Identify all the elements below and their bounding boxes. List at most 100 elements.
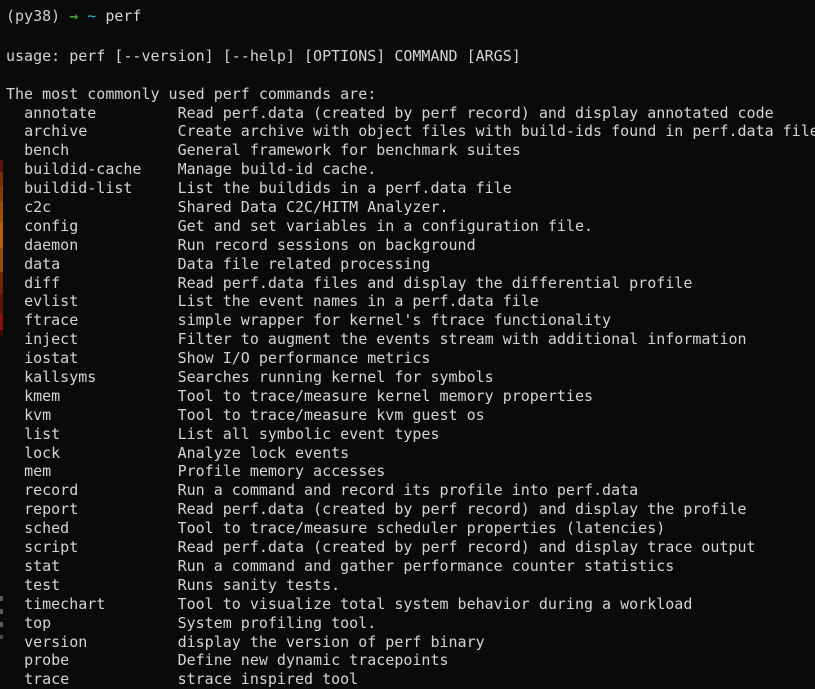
command-name: config — [24, 216, 79, 235]
command-row: sched Tool to trace/measure scheduler pr… — [0, 519, 815, 538]
command-gap — [78, 538, 177, 556]
command-gap — [141, 160, 177, 178]
command-description: Run record sessions on background — [177, 235, 476, 254]
command-row: test Runs sanity tests. — [0, 576, 815, 595]
command-indent — [6, 292, 24, 310]
scrollbar-mark — [0, 248, 3, 272]
scrollbar-mark — [0, 272, 3, 294]
command-name: ftrace — [24, 311, 79, 330]
command-gap — [60, 557, 177, 575]
command-name: iostat — [24, 349, 79, 368]
command-gap — [60, 387, 177, 405]
command-name: trace — [24, 670, 70, 689]
prompt-path: ~ — [87, 7, 97, 25]
command-name: version — [24, 632, 88, 651]
command-gap — [78, 311, 177, 329]
command-description: General framework for benchmark suites — [177, 141, 521, 160]
command-description: display the version of perf binary — [177, 632, 485, 651]
command-gap — [60, 425, 177, 443]
command-row: diff Read perf.data files and display th… — [0, 274, 815, 293]
prompt-command-text[interactable]: perf — [105, 7, 141, 25]
command-indent — [6, 198, 24, 216]
command-name: list — [24, 424, 61, 443]
command-gap — [96, 368, 177, 386]
command-row: top System profiling tool. — [0, 614, 815, 633]
prompt-arrow-icon: → — [69, 7, 79, 25]
command-indent — [6, 670, 24, 688]
scrollbar-mark — [0, 294, 3, 314]
command-description: Tool to trace/measure kernel memory prop… — [177, 386, 594, 405]
command-row: kvm Tool to trace/measure kvm guest os — [0, 406, 815, 425]
section-header: The most commonly used perf commands are… — [6, 84, 377, 103]
scrollbar-marker-strip[interactable] — [0, 0, 3, 689]
command-indent — [6, 160, 24, 178]
command-description: Filter to augment the events stream with… — [177, 330, 747, 349]
command-list: annotate Read perf.data (created by perf… — [0, 104, 815, 689]
prompt-space-2 — [78, 7, 87, 25]
scrollbar-mark — [0, 330, 3, 336]
command-row: buildid-cache Manage build-id cache. — [0, 160, 815, 179]
command-row: daemon Run record sessions on background — [0, 236, 815, 255]
command-gap — [78, 500, 177, 518]
command-indent — [6, 651, 24, 669]
command-description: Analyze lock events — [177, 443, 350, 462]
command-description: List the buildids in a perf.data file — [177, 179, 512, 198]
command-row: lock Analyze lock events — [0, 444, 815, 463]
command-name: top — [24, 613, 52, 632]
command-description: System profiling tool. — [177, 613, 377, 632]
command-name: bench — [24, 141, 70, 160]
command-row: script Read perf.data (created by perf r… — [0, 538, 815, 557]
command-indent — [6, 444, 24, 462]
command-indent — [6, 425, 24, 443]
command-row: report Read perf.data (created by perf r… — [0, 500, 815, 519]
command-indent — [6, 387, 24, 405]
command-name: test — [24, 575, 61, 594]
command-description: Read perf.data (created by perf record) … — [177, 500, 747, 519]
scrollbar-mark — [0, 314, 3, 330]
command-indent — [6, 330, 24, 348]
command-description: Get and set variables in a configuration… — [177, 216, 594, 235]
command-description: Run a command and record its profile int… — [177, 481, 639, 500]
command-row: data Data file related processing — [0, 255, 815, 274]
command-indent — [6, 500, 24, 518]
command-indent — [6, 122, 24, 140]
command-row: kallsyms Searches running kernel for sym… — [0, 368, 815, 387]
command-row: trace strace inspired tool — [0, 670, 815, 689]
command-name: timechart — [24, 594, 106, 613]
command-name: record — [24, 481, 79, 500]
command-description: Read perf.data files and display the dif… — [177, 273, 693, 292]
command-description: Define new dynamic tracepoints — [177, 651, 449, 670]
command-gap — [78, 349, 177, 367]
command-description: strace inspired tool — [177, 670, 359, 689]
command-name: lock — [24, 443, 61, 462]
prompt-space-3 — [96, 7, 105, 25]
command-row: mem Profile memory accesses — [0, 462, 815, 481]
terminal-window[interactable]: (py38) → ~ perf usage: perf [--version] … — [0, 0, 815, 689]
command-indent — [6, 595, 24, 613]
command-row: inject Filter to augment the events stre… — [0, 330, 815, 349]
command-row: c2c Shared Data C2C/HITM Analyzer. — [0, 198, 815, 217]
command-gap — [78, 217, 177, 235]
command-indent — [6, 217, 24, 235]
command-name: archive — [24, 122, 88, 141]
command-gap — [51, 406, 177, 424]
command-name: sched — [24, 519, 70, 538]
command-description: Read perf.data (created by perf record) … — [177, 103, 774, 122]
command-name: buildid-cache — [24, 160, 142, 179]
command-description: Runs sanity tests. — [177, 575, 341, 594]
scrollbar-mark — [0, 222, 3, 248]
command-row: stat Run a command and gather performanc… — [0, 557, 815, 576]
command-indent — [6, 349, 24, 367]
command-row: bench General framework for benchmark su… — [0, 141, 815, 160]
command-gap — [60, 444, 177, 462]
scrollbar-mark — [0, 609, 3, 614]
command-description: Create archive with object files with bu… — [177, 122, 815, 141]
command-name: evlist — [24, 292, 79, 311]
command-row: timechart Tool to visualize total system… — [0, 595, 815, 614]
command-description: Shared Data C2C/HITM Analyzer. — [177, 198, 449, 217]
command-gap — [60, 576, 177, 594]
command-indent — [6, 462, 24, 480]
command-description: Profile memory accesses — [177, 462, 386, 481]
